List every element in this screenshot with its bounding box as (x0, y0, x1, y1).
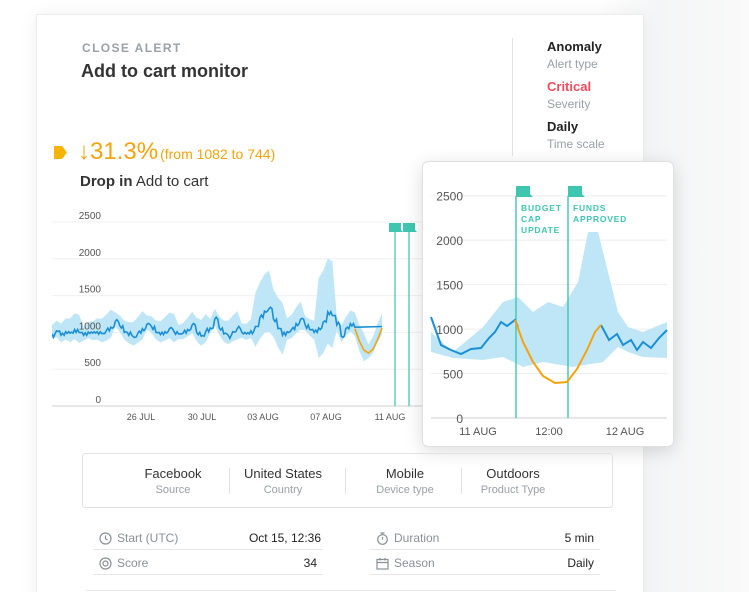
y-tick-label: 2500 (436, 190, 463, 204)
dimension-label: Device type (376, 484, 434, 496)
divider (86, 590, 616, 591)
x-tick-label: 30 JUL (188, 412, 217, 422)
divider (461, 468, 462, 494)
alert-type-value: Anomaly (547, 39, 602, 54)
divider (370, 549, 600, 550)
main-expected-band (52, 258, 382, 362)
start-label: Start (UTC) (117, 531, 179, 545)
event-label-text: APPROVED (573, 214, 627, 224)
dimensions-panel: Facebook Source United States Country Mo… (82, 453, 613, 508)
start-value: Oct 15, 12:36 (248, 531, 321, 545)
close-alert-link[interactable]: CLOSE ALERT (82, 41, 182, 55)
event-label-text: FUNDS (573, 203, 606, 213)
y-tick-label: 500 (84, 358, 101, 369)
stat-start: Start (UTC) Oct 15, 12:36 (99, 531, 321, 547)
event-flag-icon[interactable] (389, 223, 403, 232)
y-tick-label: 1500 (79, 285, 102, 296)
duration-label: Duration (394, 531, 440, 545)
calendar-icon (376, 558, 389, 570)
event-flag-icon[interactable] (568, 186, 585, 197)
divider (93, 574, 323, 575)
y-tick-label: 500 (443, 368, 463, 382)
time-scale-label: Time scale (547, 137, 605, 151)
x-tick-label: 12:00 (535, 426, 563, 438)
season-value: Daily (567, 556, 594, 570)
dimension-value: Facebook (144, 466, 202, 481)
meta-time-scale: Daily Time scale (547, 119, 605, 151)
y-tick-label: 2500 (79, 211, 102, 222)
dimension-value: Outdoors (486, 466, 540, 481)
divider (370, 574, 600, 575)
dimension-label: Source (155, 484, 191, 496)
dimension-value: Mobile (385, 466, 425, 481)
dimension-device: Mobile Device type (355, 454, 455, 509)
change-value: ↓31.3% (from 1082 to 744) (78, 138, 275, 166)
y-tick-label: 2000 (79, 248, 102, 259)
dimension-label: Product Type (480, 484, 546, 496)
alert-type-label: Alert type (547, 57, 598, 71)
y-tick-label: 1500 (436, 279, 463, 293)
duration-value: 5 min (564, 531, 594, 545)
season-label: Season (394, 556, 435, 570)
zoom-expected-band (431, 232, 667, 367)
drop-label: Drop in (80, 173, 133, 190)
y-tick-label: 1000 (79, 321, 102, 332)
event-flag-icon[interactable] (516, 186, 533, 197)
stat-season: Season Daily (376, 556, 594, 572)
main-chart: 2500 2000 1500 1000 500 0 26 JUL 30 JUL 03 AUG 0… (52, 211, 432, 422)
down-arrow-icon: ↓ (78, 138, 90, 165)
dimension-product-type: Outdoors Product Type (463, 454, 563, 509)
dimension-country: United States Country (233, 454, 333, 509)
dimension-label: Country (263, 484, 303, 496)
x-tick-label: 11 AUG (375, 412, 406, 422)
meta-alert-type: Anomaly Alert type (547, 39, 602, 71)
stopwatch-icon (377, 532, 388, 545)
divider (93, 549, 323, 550)
event-label-text: BUDGET (521, 203, 562, 213)
tag-icon (54, 146, 67, 159)
y-tick-label: 0 (95, 395, 101, 406)
x-tick-label: 03 AUG (247, 412, 279, 422)
event-label: FUNDSAPPROVED (573, 203, 627, 224)
meta-divider (512, 38, 513, 156)
severity-value: Critical (547, 79, 592, 94)
divider (345, 468, 346, 494)
y-tick-label: 2000 (436, 234, 463, 248)
event-label-text: CAP (521, 214, 541, 224)
event-label-text: UPDATE (521, 225, 560, 235)
drop-caption: Drop in Add to cart (80, 173, 208, 190)
stat-duration: Duration 5 min (376, 531, 594, 547)
event-flag-icon[interactable] (403, 223, 417, 232)
dimension-source: Facebook Source (123, 454, 223, 509)
y-tick-label: 1000 (436, 323, 463, 337)
score-value: 34 (303, 556, 317, 570)
change-from: (from 1082 to 744) (160, 146, 276, 162)
severity-label: Severity (547, 97, 591, 111)
meta-severity: Critical Severity (547, 79, 591, 111)
x-tick-label: 11 AUG (459, 426, 497, 438)
score-label: Score (117, 556, 149, 570)
change-percent: 31.3% (90, 138, 159, 165)
x-tick-label: 12 AUG (606, 426, 645, 438)
x-tick-label: 07 AUG (310, 412, 342, 422)
zoom-chart: BUDGETCAPUPDATE FUNDSAPPROVED 2500 2000 150… (430, 186, 668, 438)
divider (229, 468, 230, 494)
event-label: BUDGETCAPUPDATE (521, 203, 562, 235)
clock-icon (99, 532, 112, 545)
y-tick-label: 0 (456, 412, 463, 426)
score-icon (99, 557, 112, 570)
time-scale-value: Daily (547, 119, 579, 134)
page-title: Add to cart monitor (81, 61, 248, 81)
x-tick-label: 26 JUL (127, 412, 156, 422)
drop-metric: Add to cart (135, 173, 209, 190)
stat-score: Score 34 (99, 556, 317, 572)
dimension-value: United States (243, 466, 323, 481)
zoom-popup: BUDGET CAP UPDATE FUNDS APPROVED 2500 2000 150… (422, 161, 674, 447)
